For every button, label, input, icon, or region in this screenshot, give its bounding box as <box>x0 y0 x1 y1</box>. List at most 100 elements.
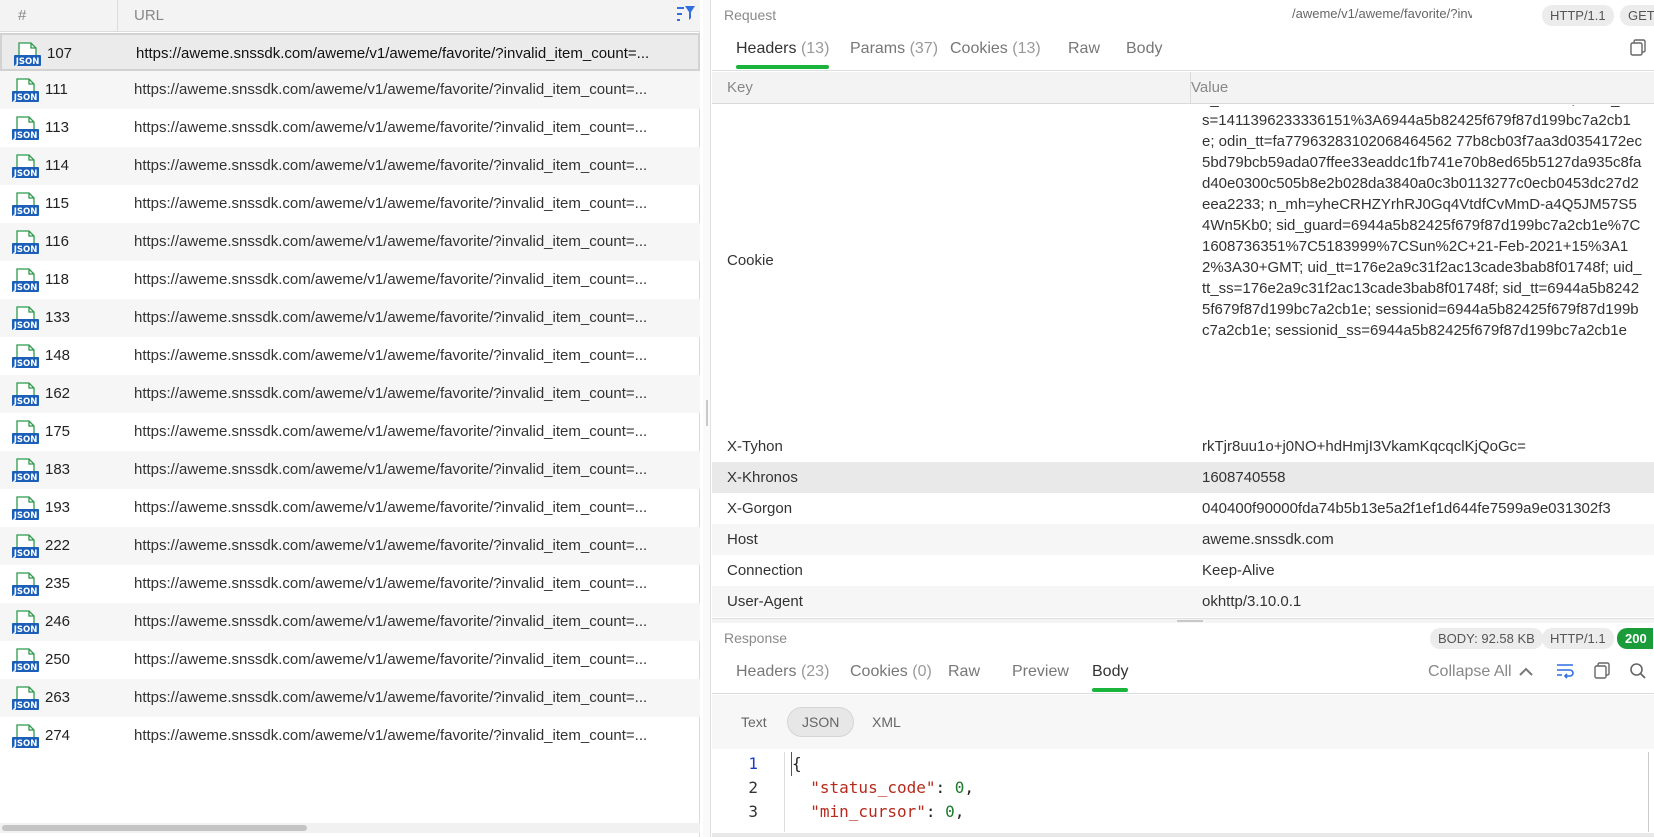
tab-preview[interactable]: Preview <box>1012 652 1069 692</box>
request-tabs: Headers (13) Params (37) Cookies (13) Raw Bo… <box>724 29 1624 69</box>
row-url: https://aweme.snssdk.com/aweme/v1/aweme/… <box>134 461 648 478</box>
header-row-x-khronos[interactable]: X-Khronos 1608740558 <box>712 462 1654 493</box>
header-row-cookie[interactable]: Cookie d_ticket=4a93ee33b0ee47dda929e44e… <box>712 105 1654 431</box>
tab-raw[interactable]: Raw <box>948 652 980 692</box>
format-tab-xml[interactable]: XML <box>858 707 915 737</box>
line-number: 3 <box>748 802 758 821</box>
column-header-url[interactable]: URL <box>134 0 164 32</box>
request-row[interactable]: JSON 107 https://aweme.snssdk.com/aweme/v1… <box>0 33 700 71</box>
json-file-icon: JSON <box>12 724 39 749</box>
tab-label: Raw <box>1068 40 1101 57</box>
tab-headers[interactable]: Headers (13) <box>736 29 830 69</box>
json-file-icon-label: JSON <box>13 663 38 673</box>
json-file-icon-label: JSON <box>13 397 38 407</box>
request-row[interactable]: JSON 113 https://aweme.snssdk.com/aweme/v1… <box>0 109 700 147</box>
header-row-host[interactable]: Host aweme.snssdk.com <box>712 524 1654 555</box>
copy-icon[interactable] <box>1628 38 1648 58</box>
collapse-all-button[interactable]: Collapse All <box>1428 652 1512 692</box>
row-url: https://aweme.snssdk.com/aweme/v1/aweme/… <box>134 233 648 250</box>
chevron-up-icon[interactable] <box>1516 662 1536 682</box>
request-row[interactable]: JSON 235 https://aweme.snssdk.com/aweme/v1… <box>0 565 700 603</box>
column-header-number[interactable]: # <box>0 0 118 32</box>
request-row[interactable]: JSON 148 https://aweme.snssdk.com/aweme/v1… <box>0 337 700 375</box>
row-url: https://aweme.snssdk.com/aweme/v1/aweme/… <box>134 613 648 630</box>
line-text: { <box>791 752 802 776</box>
json-file-icon: JSON <box>12 78 39 103</box>
json-file-icon-label: JSON <box>13 435 38 445</box>
json-file-icon-label: JSON <box>13 93 38 103</box>
tab-cookies[interactable]: Cookies (13) <box>950 29 1041 69</box>
request-headers-table: Key Value Cookie d_ticket=4a93ee33b0ee47… <box>712 72 1654 618</box>
request-row[interactable]: JSON 193 https://aweme.snssdk.com/aweme/v1… <box>0 489 700 527</box>
tab-count: (23) <box>800 663 830 680</box>
json-value: 0 <box>954 778 965 797</box>
request-row[interactable]: JSON 111 https://aweme.snssdk.com/aweme/v1… <box>0 71 700 109</box>
response-tabs-divider <box>712 693 1654 694</box>
request-row[interactable]: JSON 250 https://aweme.snssdk.com/aweme/v1… <box>0 641 700 679</box>
tab-body[interactable]: Body <box>1126 29 1162 69</box>
format-tab-text[interactable]: Text <box>727 707 781 737</box>
header-value: rkTjr8uu1o+j0NO+hdHmjI3VkamKqcqclKjQoGc= <box>1202 438 1526 455</box>
tab-label: Body <box>1092 663 1129 680</box>
splitter-grip[interactable] <box>1177 620 1203 622</box>
request-row[interactable]: JSON 115 https://aweme.snssdk.com/aweme/v1… <box>0 185 700 223</box>
row-url: https://aweme.snssdk.com/aweme/v1/aweme/… <box>134 689 648 706</box>
header-row-connection[interactable]: Connection Keep-Alive <box>712 555 1654 586</box>
status-code-badge: 200 <box>1617 628 1653 649</box>
header-value: okhttp/3.10.0.1 <box>1202 593 1302 610</box>
tab-params[interactable]: Params (37) <box>850 29 938 69</box>
row-url: https://aweme.snssdk.com/aweme/v1/aweme/… <box>134 271 648 288</box>
tab-cookies[interactable]: Cookies (0) <box>850 652 932 692</box>
filter-icon[interactable] <box>676 4 696 26</box>
request-list: JSON 107 https://aweme.snssdk.com/aweme/v1… <box>0 33 700 755</box>
copy-icon[interactable] <box>1592 661 1612 681</box>
header-key: Connection <box>727 562 803 579</box>
json-file-icon: JSON <box>14 42 41 67</box>
pane-splitter[interactable] <box>703 0 711 837</box>
row-number: 193 <box>45 499 71 516</box>
json-file-icon: JSON <box>12 648 39 673</box>
header-row-user-agent[interactable]: User-Agent okhttp/3.10.0.1 <box>712 586 1654 617</box>
row-url: https://aweme.snssdk.com/aweme/v1/aweme/… <box>134 119 648 136</box>
request-row[interactable]: JSON 175 https://aweme.snssdk.com/aweme/v1… <box>0 413 700 451</box>
search-icon[interactable] <box>1628 661 1648 681</box>
scrollbar-thumb[interactable] <box>2 825 307 831</box>
request-row[interactable]: JSON 133 https://aweme.snssdk.com/aweme/v1… <box>0 299 700 337</box>
vertical-scrollbar[interactable] <box>1648 752 1654 832</box>
header-row-x-gorgon[interactable]: X-Gorgon 040400f90000fda74b5b13e5a2f1ef1d… <box>712 493 1654 524</box>
json-file-icon-label: JSON <box>13 207 38 217</box>
request-row[interactable]: JSON 114 https://aweme.snssdk.com/aweme/v1… <box>0 147 700 185</box>
request-response-splitter[interactable] <box>712 618 1654 623</box>
request-row[interactable]: JSON 118 https://aweme.snssdk.com/aweme/v1… <box>0 261 700 299</box>
splitter-grip[interactable] <box>706 400 708 426</box>
row-number: 222 <box>45 537 71 554</box>
word-wrap-icon[interactable] <box>1555 661 1575 681</box>
header-key: X-Tyhon <box>727 438 783 455</box>
json-file-icon: JSON <box>12 496 39 521</box>
request-row[interactable]: JSON 263 https://aweme.snssdk.com/aweme/v1… <box>0 679 700 717</box>
request-row[interactable]: JSON 116 https://aweme.snssdk.com/aweme/v1… <box>0 223 700 261</box>
row-number: 133 <box>45 309 71 326</box>
header-key: X-Gorgon <box>727 500 793 517</box>
tab-raw[interactable]: Raw <box>1068 29 1100 69</box>
line-text: "status_code": 0, <box>810 778 975 797</box>
json-key: "min_cursor" <box>810 802 926 821</box>
tab-body[interactable]: Body <box>1092 652 1129 692</box>
json-file-icon: JSON <box>12 534 39 559</box>
request-row[interactable]: JSON 222 https://aweme.snssdk.com/aweme/v1… <box>0 527 700 565</box>
horizontal-scrollbar[interactable] <box>0 823 700 833</box>
header-row-x-tyhon[interactable]: X-Tyhon rkTjr8uu1o+j0NO+hdHmjI3VkamKqcqcl… <box>712 431 1654 462</box>
tab-label: Preview <box>1012 663 1069 680</box>
format-tab-json[interactable]: JSON <box>787 707 855 737</box>
request-row[interactable]: JSON 183 https://aweme.snssdk.com/aweme/v1… <box>0 451 700 489</box>
request-row[interactable]: JSON 246 https://aweme.snssdk.com/aweme/v1… <box>0 603 700 641</box>
tab-headers[interactable]: Headers (23) <box>736 652 829 692</box>
json-file-icon: JSON <box>12 382 39 407</box>
bottom-scrollbar-track <box>712 833 1654 837</box>
header-key: Cookie <box>727 252 774 269</box>
json-body-viewer[interactable]: 1{2 "status_code": 0, 3 "min_cursor": 0, <box>712 752 1654 832</box>
request-row[interactable]: JSON 162 https://aweme.snssdk.com/aweme/v1… <box>0 375 700 413</box>
request-row[interactable]: JSON 274 https://aweme.snssdk.com/aweme/v1… <box>0 717 700 755</box>
tab-count: (37) <box>909 40 939 57</box>
row-number: 118 <box>45 271 69 288</box>
